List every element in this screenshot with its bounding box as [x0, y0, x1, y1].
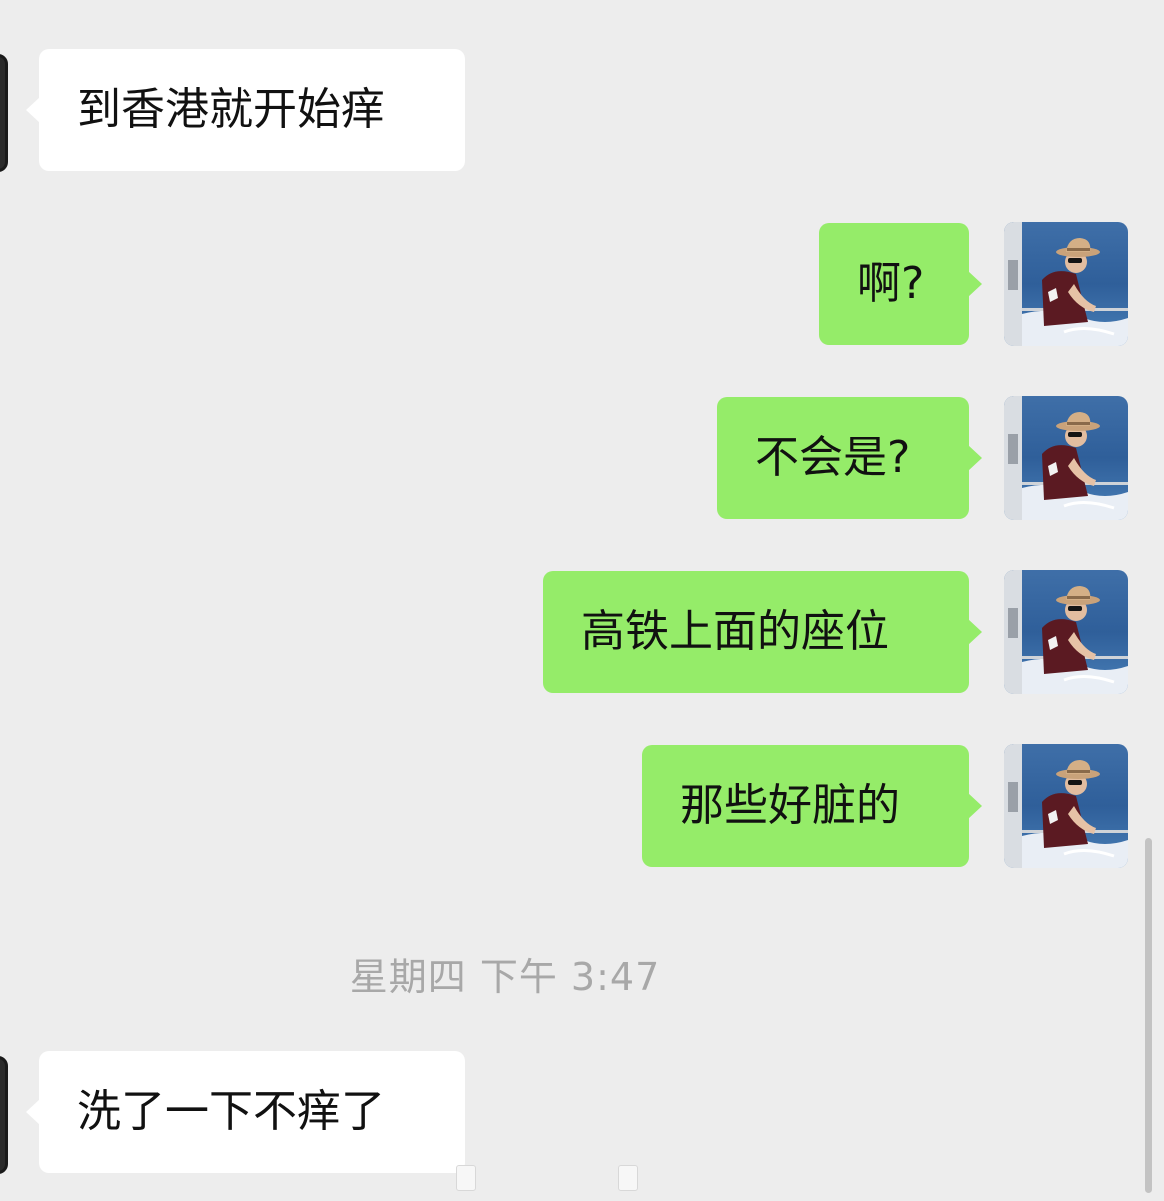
message-text: 洗了一下不痒了 [77, 1086, 385, 1137]
scrollbar[interactable] [1145, 838, 1152, 1193]
message-bubble[interactable]: 洗了一下不痒了 [26, 1051, 465, 1173]
bubble-tail [26, 97, 40, 123]
message-text: 那些好脏的 [680, 780, 900, 831]
sender-avatar[interactable] [0, 1056, 8, 1174]
message-text: 高铁上面的座位 [581, 606, 889, 657]
chat-area: 到香港就开始痒 啊? 不会是? 高铁上面的座位 那些好脏的 星期四 下午 3:4… [0, 0, 1164, 1201]
sender-avatar[interactable] [0, 54, 8, 172]
avatar-photo-ocean-icon[interactable] [1004, 570, 1128, 694]
message-text: 到香港就开始痒 [77, 84, 385, 135]
avatar-photo-ocean-icon[interactable] [1004, 744, 1128, 868]
message-bubble[interactable]: 到香港就开始痒 [26, 49, 465, 171]
message-text: 不会是? [755, 432, 911, 483]
bubble-tail [968, 271, 982, 297]
message-bubble[interactable]: 不会是? [717, 397, 982, 519]
bubble-tail [26, 1099, 40, 1125]
selection-handle-left[interactable] [456, 1165, 476, 1191]
message-bubble[interactable]: 啊? [819, 223, 982, 345]
message-bubble[interactable]: 那些好脏的 [642, 745, 982, 867]
bubble-tail [968, 619, 982, 645]
bubble-tail [968, 793, 982, 819]
bubble-tail [968, 445, 982, 471]
avatar-photo-ocean-icon[interactable] [1004, 396, 1128, 520]
message-text: 啊? [857, 258, 925, 309]
message-bubble[interactable]: 高铁上面的座位 [543, 571, 982, 693]
avatar-photo-ocean-icon[interactable] [1004, 222, 1128, 346]
selection-handle-right[interactable] [618, 1165, 638, 1191]
timestamp-divider: 星期四 下午 3:47 [349, 955, 661, 999]
